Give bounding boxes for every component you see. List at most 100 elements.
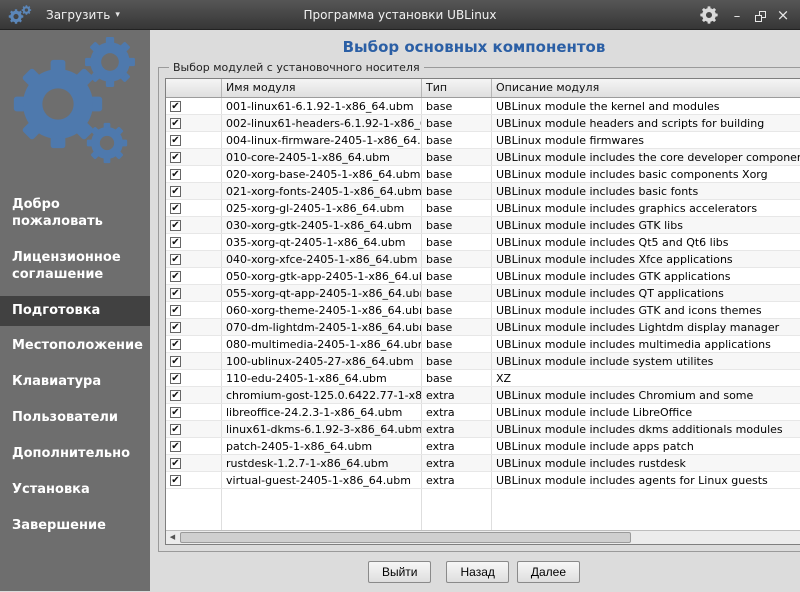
module-name-cell: 030-xorg-gtk-2405-1-x86_64.ubm [222,217,422,233]
row-checkbox[interactable]: ✔ [170,373,181,384]
app-logo-icon [8,4,34,26]
row-checkbox[interactable]: ✔ [170,407,181,418]
module-name-cell: 050-xorg-gtk-app-2405-1-x86_64.ubm [222,268,422,284]
row-checkbox[interactable]: ✔ [170,101,181,112]
sidebar-item-1[interactable]: Лицензионное соглашение [0,243,150,291]
header-checkbox-column[interactable] [166,79,222,97]
module-name-cell: 010-core-2405-1-x86_64.ubm [222,149,422,165]
sidebar-item-3[interactable]: Местоположение [0,331,150,362]
back-button[interactable]: Назад [446,561,508,583]
row-checkbox[interactable]: ✔ [170,203,181,214]
module-checkbox-cell: ✔ [166,183,222,199]
row-checkbox[interactable]: ✔ [170,271,181,282]
row-checkbox[interactable]: ✔ [170,118,181,129]
table-row[interactable]: ✔rustdesk-1.2.7-1-x86_64.ubmextraUBLinux… [166,455,800,472]
settings-gear-icon[interactable] [700,6,718,24]
table-row[interactable]: ✔chromium-gost-125.0.6422.77-1-x86_64.ub… [166,387,800,404]
table-row[interactable]: ✔020-xorg-base-2405-1-x86_64.ubmbaseUBLi… [166,166,800,183]
exit-button[interactable]: Выйти [368,561,432,583]
table-row[interactable]: ✔021-xorg-fonts-2405-1-x86_64.ubmbaseUBL… [166,183,800,200]
table-row[interactable]: ✔025-xorg-gl-2405-1-x86_64.ubmbaseUBLinu… [166,200,800,217]
sidebar-item-5[interactable]: Пользователи [0,403,150,434]
sidebar-item-6[interactable]: Дополнительно [0,439,150,470]
module-type-cell: base [422,183,492,199]
page-title: Выбор основных компонентов [158,38,790,56]
row-checkbox[interactable]: ✔ [170,305,181,316]
row-checkbox[interactable]: ✔ [170,322,181,333]
table-row[interactable]: ✔002-linux61-headers-6.1.92-1-x86_64.ubm… [166,115,800,132]
horizontal-scrollbar[interactable]: ◀ ▶ [166,530,800,544]
module-type-cell: base [422,132,492,148]
row-checkbox[interactable]: ✔ [170,458,181,469]
header-module-desc[interactable]: Описание модуля [492,79,800,97]
table-row[interactable]: ✔040-xorg-xfce-2405-1-x86_64.ubmbaseUBLi… [166,251,800,268]
module-type-cell: base [422,234,492,250]
module-type-cell: extra [422,404,492,420]
row-checkbox[interactable]: ✔ [170,339,181,350]
table-row[interactable]: ✔060-xorg-theme-2405-1-x86_64.ubmbaseUBL… [166,302,800,319]
row-checkbox[interactable]: ✔ [170,135,181,146]
row-checkbox[interactable]: ✔ [170,186,181,197]
table-row[interactable]: ✔004-linux-firmware-2405-1-x86_64.ubmbas… [166,132,800,149]
sidebar-item-2[interactable]: Подготовка [0,296,150,327]
module-checkbox-cell: ✔ [166,200,222,216]
row-checkbox[interactable]: ✔ [170,152,181,163]
table-row[interactable]: ✔035-xorg-qt-2405-1-x86_64.ubmbaseUBLinu… [166,234,800,251]
table-row[interactable]: ✔050-xorg-gtk-app-2405-1-x86_64.ubmbaseU… [166,268,800,285]
close-button[interactable]: × [776,8,790,22]
module-desc-cell: UBLinux module includes GTK libs [492,217,800,233]
module-checkbox-cell: ✔ [166,268,222,284]
module-name-cell: virtual-guest-2405-1-x86_64.ubm [222,472,422,488]
module-name-cell: 080-multimedia-2405-1-x86_64.ubm [222,336,422,352]
sidebar-item-0[interactable]: Добро пожаловать [0,190,150,238]
module-desc-cell: UBLinux module includes GTK and icons th… [492,302,800,318]
header-module-type[interactable]: Тип [422,79,492,97]
module-desc-cell: UBLinux module includes dkms additionals… [492,421,800,437]
table-row[interactable]: ✔linux61-dkms-6.1.92-3-x86_64.ubmextraUB… [166,421,800,438]
minimize-button[interactable]: – [730,8,744,22]
chevron-down-icon: ▾ [115,10,120,20]
table-row[interactable]: ✔010-core-2405-1-x86_64.ubmbaseUBLinux m… [166,149,800,166]
horizontal-scrollbar-thumb[interactable] [180,532,631,543]
module-type-cell: base [422,302,492,318]
row-checkbox[interactable]: ✔ [170,356,181,367]
row-checkbox[interactable]: ✔ [170,441,181,452]
module-checkbox-cell: ✔ [166,438,222,454]
sidebar-item-4[interactable]: Клавиатура [0,367,150,398]
module-type-cell: base [422,115,492,131]
header-module-name[interactable]: Имя модуля [222,79,422,97]
scroll-left-button[interactable]: ◀ [166,531,179,544]
module-checkbox-cell: ✔ [166,217,222,233]
table-row[interactable]: ✔libreoffice-24.2.3-1-x86_64.ubmextraUBL… [166,404,800,421]
maximize-button[interactable] [753,8,767,22]
row-checkbox[interactable]: ✔ [170,220,181,231]
module-name-cell: 025-xorg-gl-2405-1-x86_64.ubm [222,200,422,216]
row-checkbox[interactable]: ✔ [170,237,181,248]
module-name-cell: linux61-dkms-6.1.92-3-x86_64.ubm [222,421,422,437]
table-row[interactable]: ✔070-dm-lightdm-2405-1-x86_64.ubmbaseUBL… [166,319,800,336]
module-name-cell: patch-2405-1-x86_64.ubm [222,438,422,454]
module-desc-cell: UBLinux module includes the core develop… [492,149,800,165]
table-row[interactable]: ✔patch-2405-1-x86_64.ubmextraUBLinux mod… [166,438,800,455]
table-row[interactable]: ✔001-linux61-6.1.92-1-x86_64.ubmbaseUBLi… [166,98,800,115]
load-button[interactable]: Загрузить ▾ [40,5,126,25]
module-name-cell: 110-edu-2405-1-x86_64.ubm [222,370,422,386]
table-row[interactable]: ✔110-edu-2405-1-x86_64.ubmbaseXZ [166,370,800,387]
next-button[interactable]: Далее [517,561,580,583]
row-checkbox[interactable]: ✔ [170,424,181,435]
table-row[interactable]: ✔055-xorg-qt-app-2405-1-x86_64.ubmbaseUB… [166,285,800,302]
row-checkbox[interactable]: ✔ [170,169,181,180]
table-row[interactable]: ✔080-multimedia-2405-1-x86_64.ubmbaseUBL… [166,336,800,353]
table-body: ✔001-linux61-6.1.92-1-x86_64.ubmbaseUBLi… [166,98,800,530]
table-row[interactable]: ✔100-ublinux-2405-27-x86_64.ubmbaseUBLin… [166,353,800,370]
module-desc-cell: UBLinux module firmwares [492,132,800,148]
table-row[interactable]: ✔virtual-guest-2405-1-x86_64.ubmextraUBL… [166,472,800,489]
sidebar-item-7[interactable]: Установка [0,475,150,506]
row-checkbox[interactable]: ✔ [170,254,181,265]
row-checkbox[interactable]: ✔ [170,390,181,401]
table-row[interactable]: ✔030-xorg-gtk-2405-1-x86_64.ubmbaseUBLin… [166,217,800,234]
row-checkbox[interactable]: ✔ [170,288,181,299]
row-checkbox[interactable]: ✔ [170,475,181,486]
sidebar-item-8[interactable]: Завершение [0,511,150,542]
module-checkbox-cell: ✔ [166,370,222,386]
